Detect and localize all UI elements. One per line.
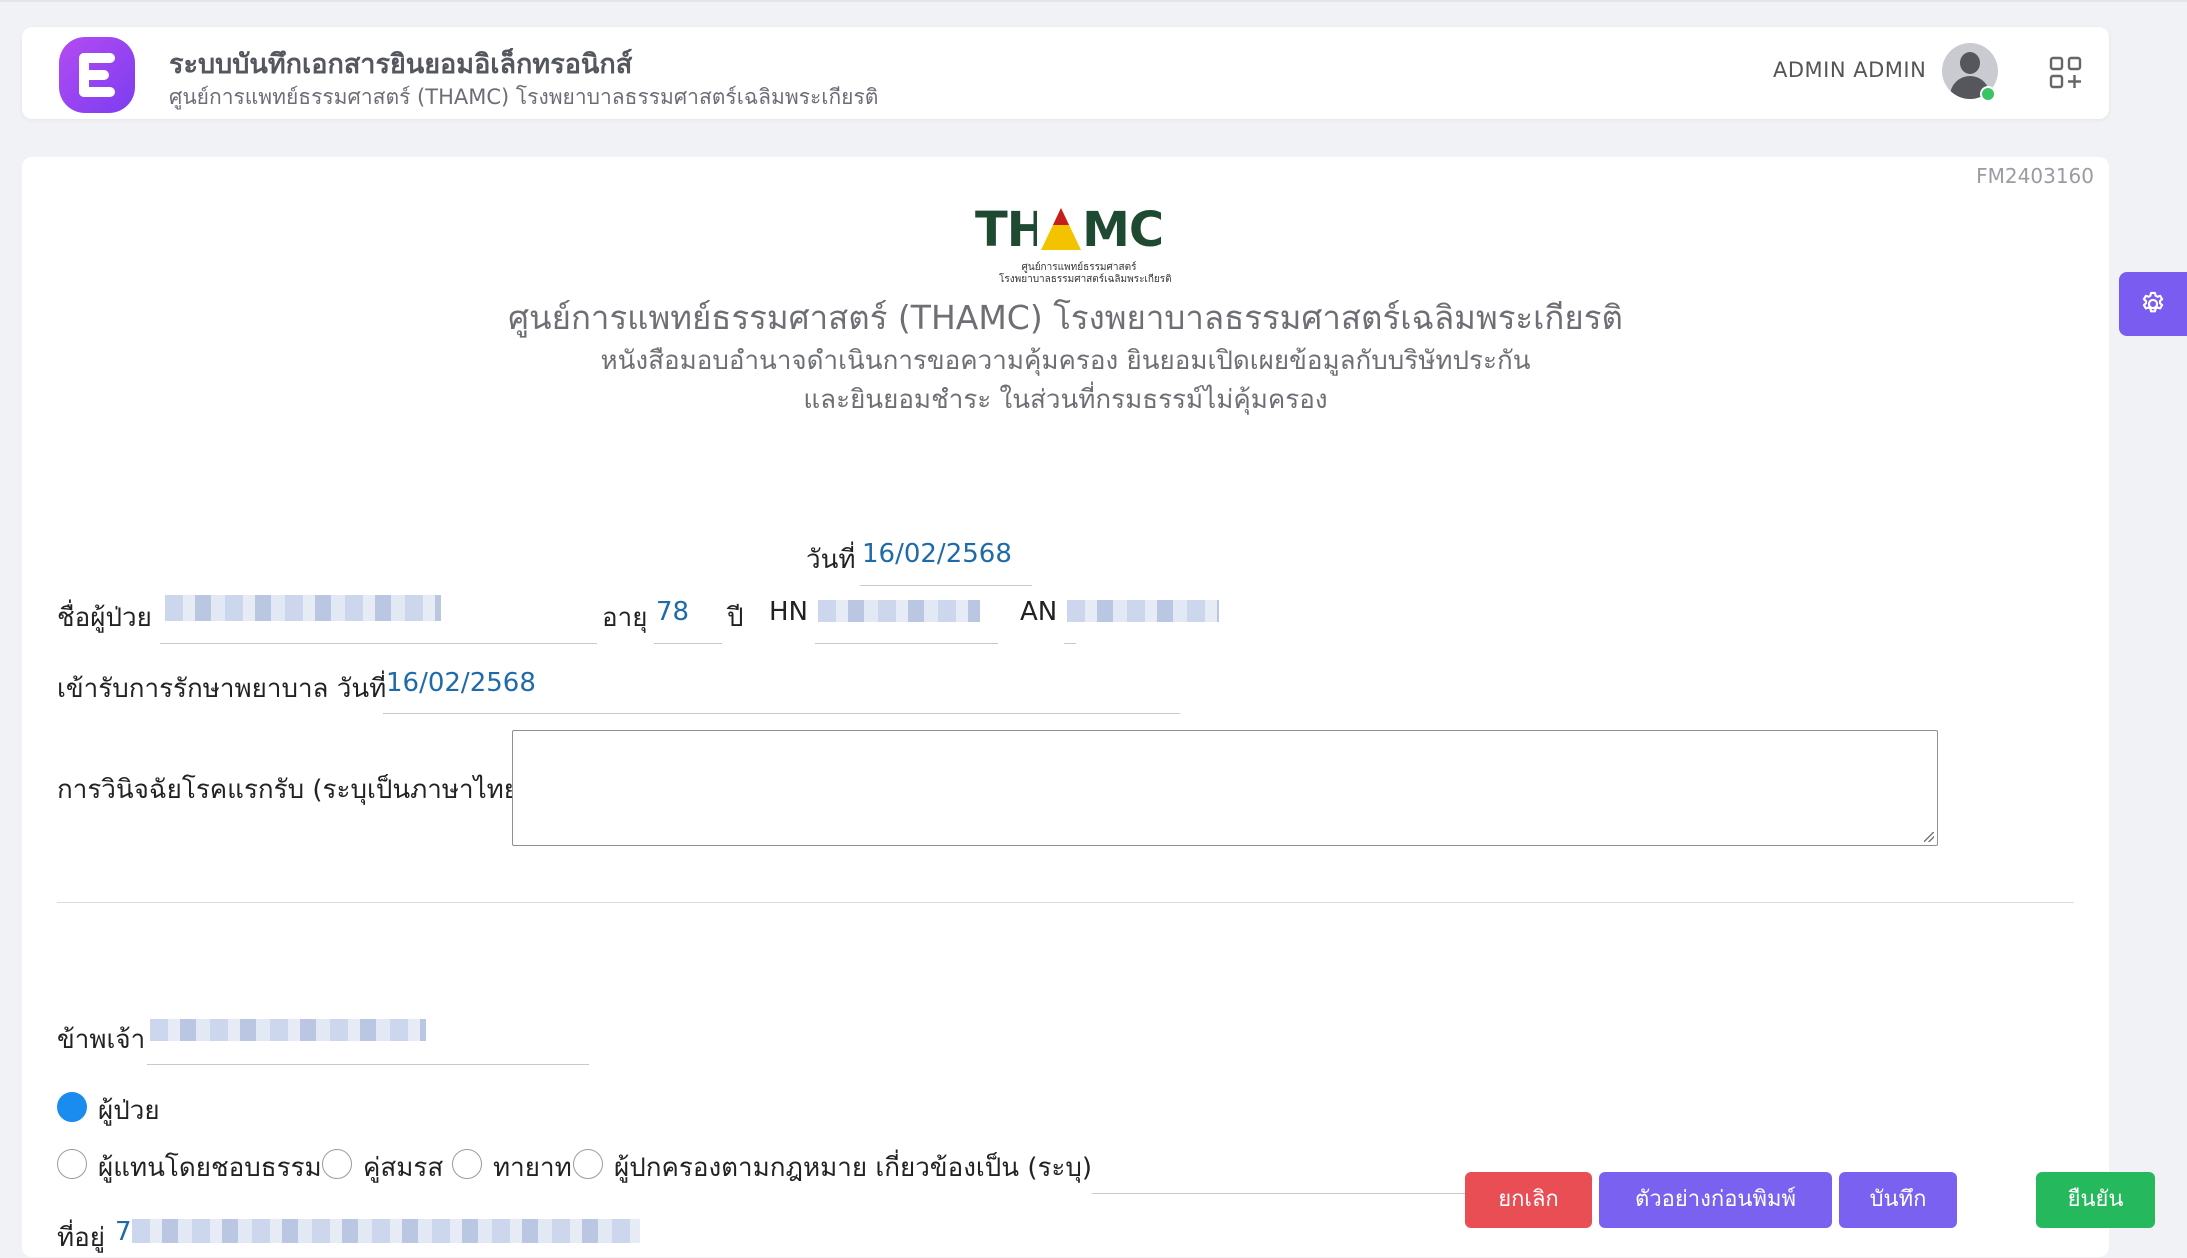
apps-add-icon[interactable]: [2049, 56, 2083, 90]
user-name[interactable]: ADMIN ADMIN: [1773, 58, 1926, 82]
section-divider: [57, 902, 2074, 903]
app-title: ระบบบันทึกเอกสารยินยอมอิเล็กทรอนิกส์: [169, 49, 633, 80]
hn-field[interactable]: [818, 600, 980, 622]
age-unit: ปี: [727, 603, 744, 633]
radio-spouse[interactable]: [322, 1149, 352, 1179]
document-subtitle-1: หนังสือมอบอำนาจดำเนินการขอความคุ้มครอง ย…: [600, 346, 1531, 376]
cancel-button[interactable]: ยกเลิก: [1465, 1172, 1592, 1228]
gear-icon: [2142, 291, 2164, 313]
admit-date-label: เข้ารับการรักษาพยาบาล วันที่: [57, 674, 387, 704]
save-button[interactable]: บันทึก: [1839, 1172, 1957, 1228]
radio-patient-label[interactable]: ผู้ป่วย: [98, 1090, 160, 1131]
print-preview-button[interactable]: ตัวอย่างก่อนพิมพ์: [1599, 1172, 1832, 1228]
thamc-logo: THAMC ศูนย์การแพทย์ธรรมศาสตร์ โรงพยาบาลธ…: [975, 202, 1172, 285]
logo-triangle-icon: [1037, 204, 1085, 254]
radio-heir[interactable]: [452, 1149, 482, 1179]
resize-grip-icon[interactable]: [1924, 832, 1934, 842]
signer-name-field[interactable]: [150, 1019, 426, 1041]
confirm-button[interactable]: ยืนยัน: [2036, 1172, 2155, 1228]
date-label: วันที่: [806, 545, 856, 575]
diagnosis-label: การวินิจฉัยโรคแรกรับ (ระบุเป็นภาษาไทย): [57, 775, 530, 805]
radio-guardian-label[interactable]: ผู้ปกครองตามกฎหมาย เกี่ยวข้องเป็น (ระบุ): [614, 1147, 1092, 1188]
diagnosis-textarea[interactable]: [512, 730, 1938, 846]
radio-legal-representative-label[interactable]: ผู้แทนโดยชอบธรรม: [98, 1147, 322, 1188]
radio-legal-representative[interactable]: [57, 1149, 87, 1179]
address-label: ที่อยู่: [57, 1223, 105, 1253]
age-label: อายุ: [602, 603, 648, 633]
document-title: ศูนย์การแพทย์ธรรมศาสตร์ (THAMC) โรงพยาบา…: [508, 298, 1623, 337]
age-field[interactable]: 78: [656, 597, 689, 627]
app-header: ระบบบันทึกเอกสารยินยอมอิเล็กทรอนิกส์ ศูน…: [22, 27, 2109, 119]
guardian-specify-field[interactable]: [1092, 1193, 1504, 1194]
radio-guardian[interactable]: [573, 1149, 603, 1179]
radio-spouse-label[interactable]: คู่สมรส: [363, 1147, 443, 1188]
app-subtitle: ศูนย์การแพทย์ธรรมศาสตร์ (THAMC) โรงพยาบา…: [169, 85, 879, 109]
form-code: FM2403160: [1976, 164, 2094, 188]
settings-button[interactable]: [2119, 272, 2187, 336]
patient-name-label: ชื่อผู้ป่วย: [57, 603, 152, 633]
address-value-prefix: 7: [115, 1217, 132, 1247]
hn-label: HN: [769, 597, 808, 627]
patient-name-field[interactable]: [165, 595, 441, 621]
top-border: [0, 0, 2187, 2]
address-field[interactable]: [132, 1219, 640, 1243]
radio-patient[interactable]: [57, 1092, 87, 1122]
logo-caption-2: โรงพยาบาลธรรมศาสตร์เฉลิมพระเกียรติ: [999, 274, 1172, 285]
online-status-dot: [1980, 86, 1996, 102]
an-field[interactable]: [1067, 600, 1219, 622]
an-label: AN: [1020, 597, 1058, 627]
document-subtitle-2: และยินยอมชำระ ในส่วนที่กรมธรรม์ไม่คุ้มคร…: [803, 385, 1328, 415]
app-logo-icon: [59, 37, 135, 113]
date-field[interactable]: 16/02/2568: [862, 539, 1012, 569]
admit-date-field[interactable]: 16/02/2568: [386, 668, 536, 698]
signer-label: ข้าพเจ้า: [57, 1025, 146, 1055]
radio-heir-label[interactable]: ทายาท: [493, 1147, 572, 1188]
document-card: FM2403160 THAMC ศูนย์การแพทย์ธรรมศาสตร์ …: [22, 157, 2109, 1257]
